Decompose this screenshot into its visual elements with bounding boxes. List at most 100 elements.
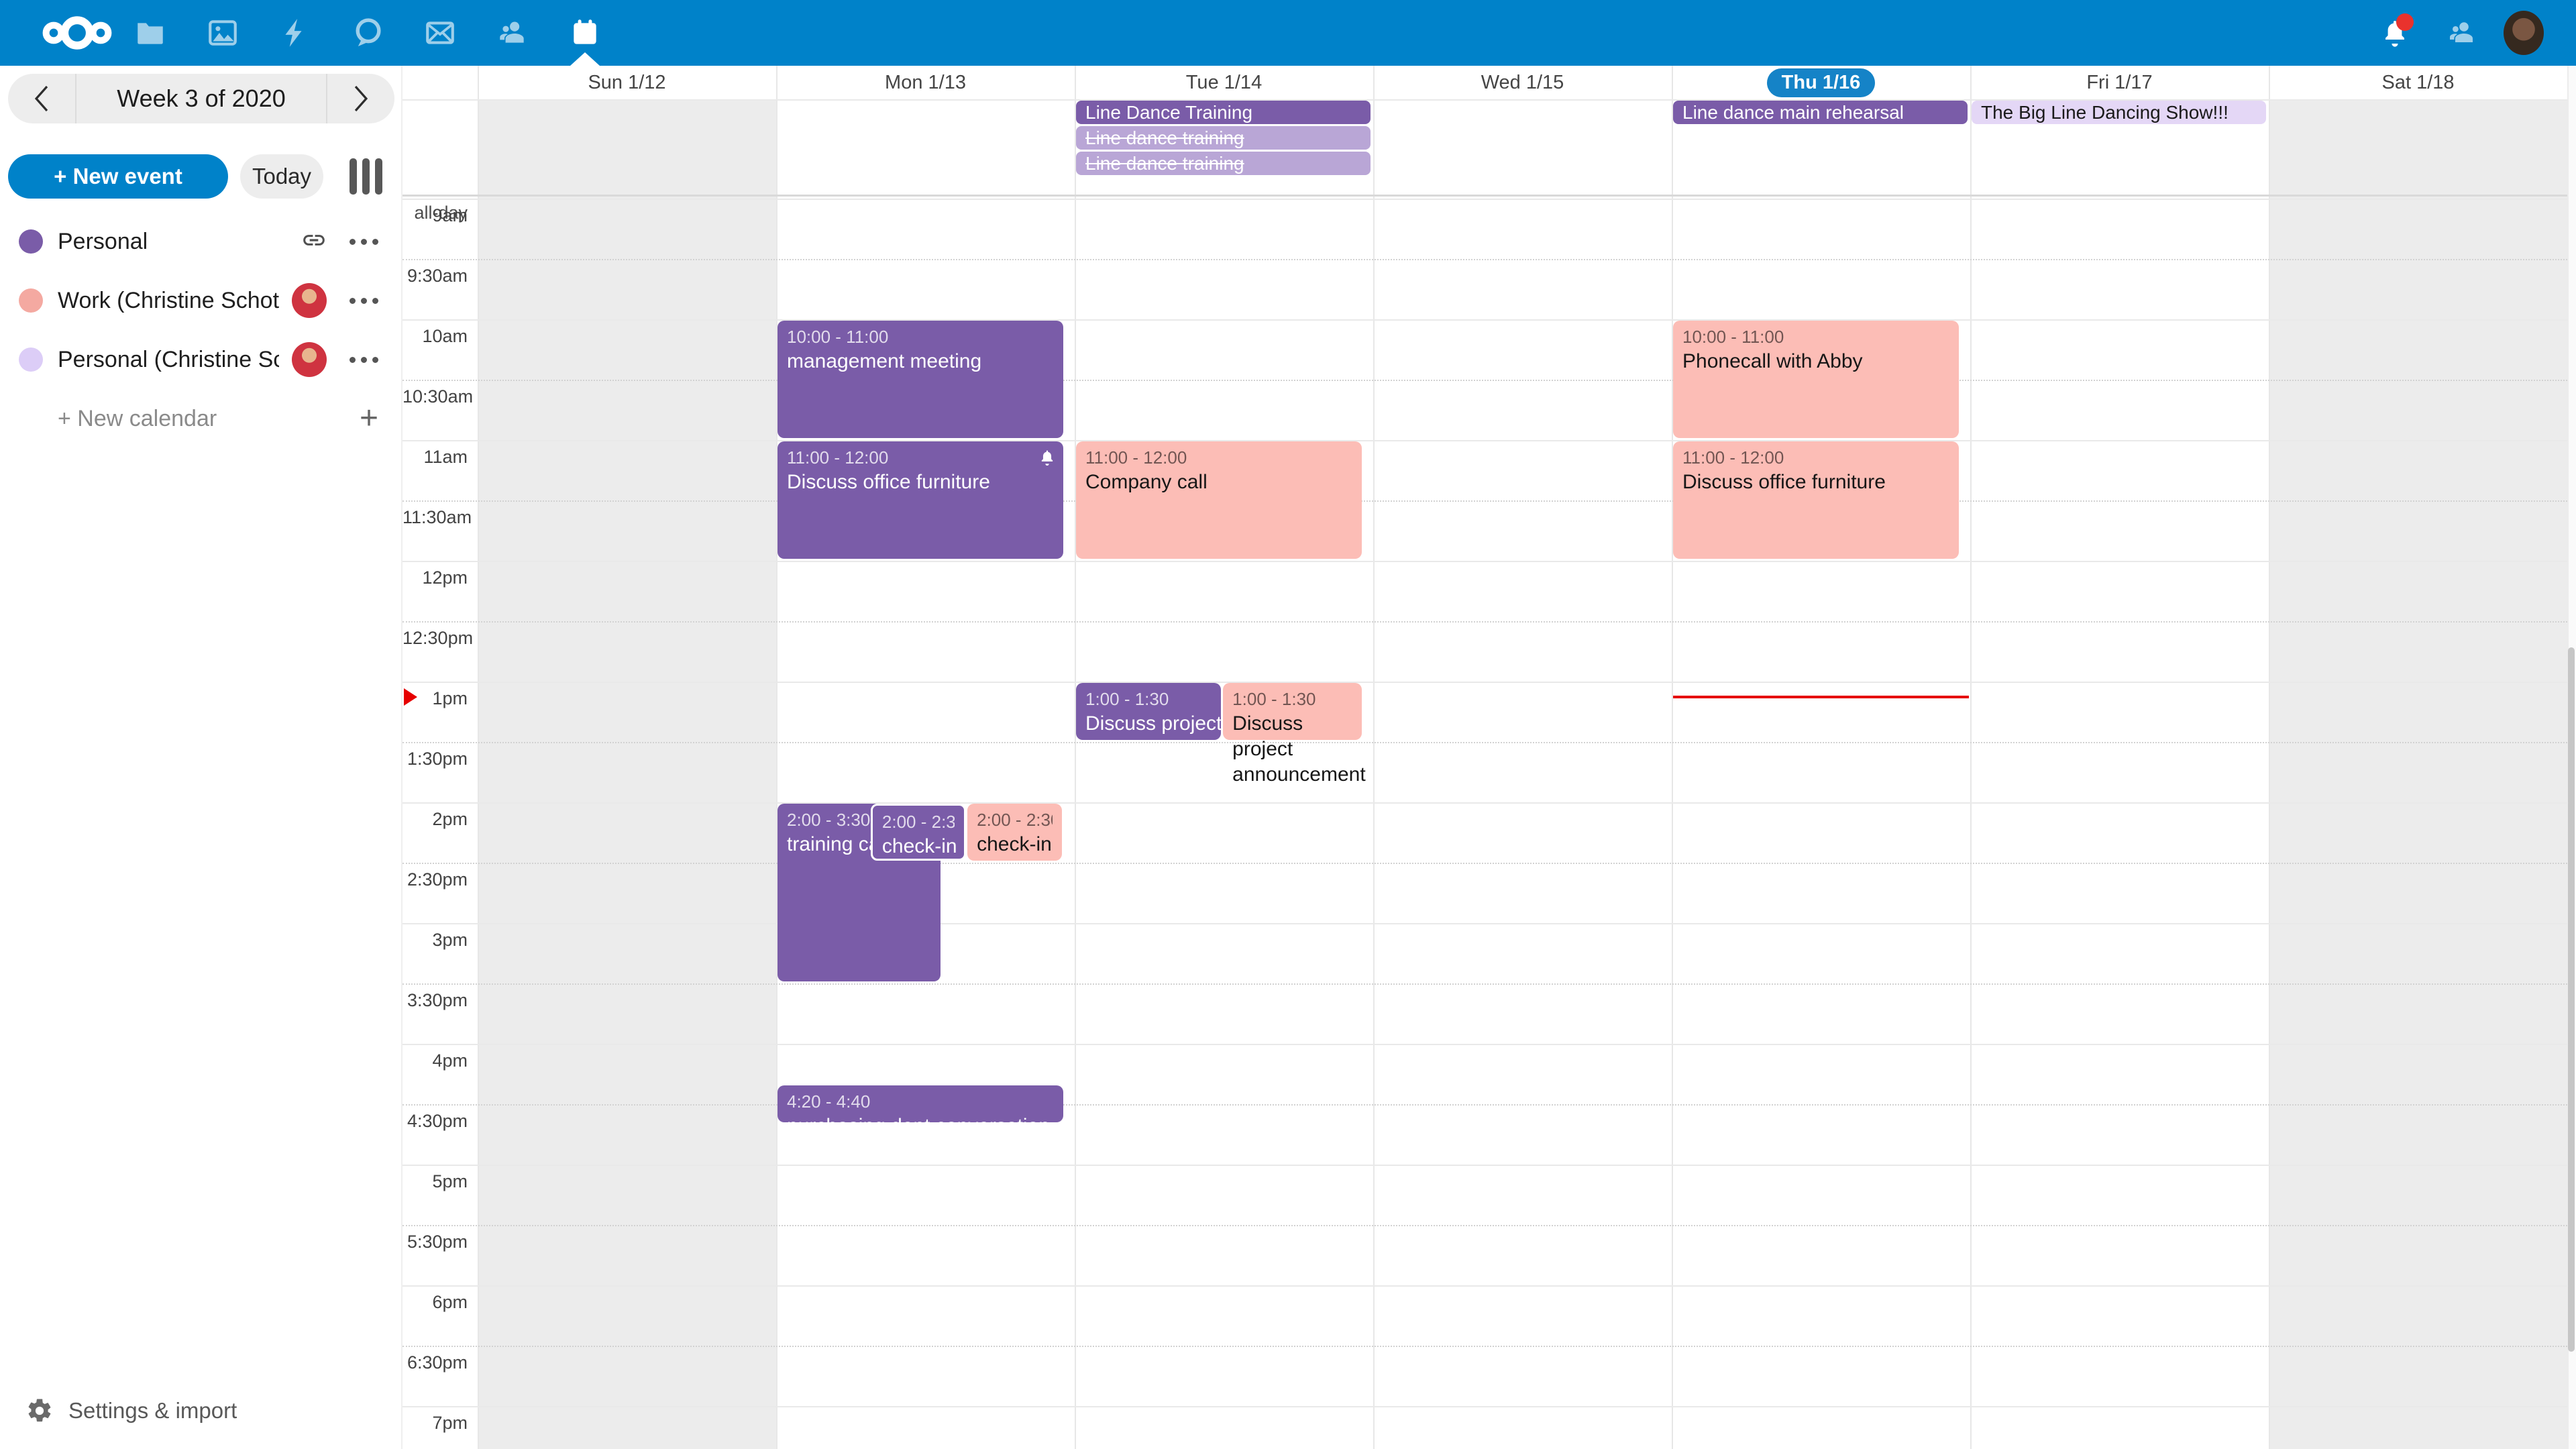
- time-label: 1:30pm: [402, 749, 468, 769]
- today-badge[interactable]: Thu 1/16: [1767, 68, 1876, 97]
- event-title: Phonecall with Abby: [1682, 349, 1949, 374]
- grid-line: [1970, 66, 1972, 1449]
- event[interactable]: 10:00 - 11:00Phonecall with Abby: [1673, 321, 1959, 438]
- all-day-event[interactable]: Line dance training: [1076, 152, 1371, 175]
- event[interactable]: 11:00 - 12:00Company call: [1076, 441, 1362, 559]
- calendar-list-item[interactable]: Personal (Christine Scho...: [0, 330, 402, 389]
- time-label: 4pm: [402, 1051, 468, 1071]
- event[interactable]: 2:00 - 2:30check-in: [871, 804, 966, 861]
- link-icon[interactable]: [301, 227, 327, 256]
- notification-unread-dot: [2396, 13, 2414, 31]
- event[interactable]: 4:20 - 4:40purchasing dept conversation: [777, 1085, 1063, 1122]
- time-label: 2pm: [402, 809, 468, 830]
- time-label: 11am: [402, 447, 468, 468]
- contacts-icon[interactable]: [476, 0, 549, 66]
- files-icon[interactable]: [114, 0, 186, 66]
- nextcloud-logo[interactable]: [27, 9, 127, 56]
- time-label: 10am: [402, 326, 468, 347]
- time-label: 2:30pm: [402, 869, 468, 890]
- day-header-mon[interactable]: Mon 1/13: [776, 66, 1075, 99]
- activity-icon[interactable]: [259, 0, 331, 66]
- weekend-shade: [478, 99, 776, 1449]
- time-label: 11:30am: [402, 507, 468, 528]
- day-header-wed[interactable]: Wed 1/15: [1373, 66, 1672, 99]
- day-header-thu[interactable]: Thu 1/16: [1672, 66, 1970, 99]
- talk-icon[interactable]: [331, 0, 404, 66]
- new-event-button[interactable]: + New event: [8, 154, 228, 199]
- week-view-columns-icon[interactable]: [350, 158, 382, 195]
- time-label: 12:30pm: [402, 628, 468, 649]
- grid-line: [402, 802, 2567, 804]
- time-label: 6:30pm: [402, 1352, 468, 1373]
- previous-week-button[interactable]: [8, 74, 75, 123]
- sidebar: Week 3 of 2020 + New event Today Persona…: [0, 66, 402, 1449]
- settings-import[interactable]: Settings & import: [0, 1386, 402, 1436]
- calendar-name: Personal (Christine Scho...: [58, 347, 279, 373]
- time-label: 4:30pm: [402, 1111, 468, 1132]
- user-avatar[interactable]: [2504, 0, 2544, 66]
- event[interactable]: 11:00 - 12:00Discuss office furniture: [777, 441, 1063, 559]
- week-range-label[interactable]: Week 3 of 2020: [75, 74, 327, 123]
- grid-line: [402, 1285, 2567, 1287]
- event[interactable]: 11:00 - 12:00Discuss office furniture: [1673, 441, 1959, 559]
- plus-icon[interactable]: +: [360, 405, 378, 432]
- shared-by-avatar: [292, 283, 327, 318]
- week-navigation: Week 3 of 2020: [8, 74, 394, 123]
- calendar-app: Week 3 of 2020 + New event Today Persona…: [0, 0, 2576, 1449]
- grid-line: [402, 742, 2567, 743]
- calendar-item-actions: [292, 342, 378, 377]
- all-day-divider: [402, 195, 2567, 197]
- event[interactable]: 1:00 - 1:30Discuss project announcement: [1223, 683, 1362, 740]
- accounts-icon[interactable]: [2442, 0, 2482, 66]
- active-app-indicator: [570, 52, 600, 66]
- grid-line: [402, 923, 2567, 924]
- grid-line: [478, 66, 479, 1449]
- mail-icon[interactable]: [404, 0, 476, 66]
- calendar-list-item[interactable]: Work (Christine Schott): [0, 271, 402, 330]
- new-calendar-label: + New calendar: [58, 406, 217, 432]
- event[interactable]: 2:00 - 2:30check-in: [967, 804, 1062, 861]
- event-title: management meeting: [787, 349, 1054, 374]
- grid-line: [402, 983, 2567, 985]
- event[interactable]: 10:00 - 11:00management meeting: [777, 321, 1063, 438]
- grid-line: [776, 66, 777, 1449]
- all-day-event[interactable]: The Big Line Dancing Show!!!: [1972, 101, 2266, 124]
- grid-line: [402, 199, 2567, 200]
- photos-icon[interactable]: [186, 0, 259, 66]
- vertical-scrollbar-thumb[interactable]: [2568, 647, 2575, 1352]
- calendar-list-item[interactable]: Personal: [0, 212, 402, 271]
- time-label: 6pm: [402, 1292, 468, 1313]
- grid-line: [1373, 66, 1375, 1449]
- next-week-button[interactable]: [327, 74, 394, 123]
- grid-line: [402, 1165, 2567, 1166]
- more-actions-icon[interactable]: [350, 298, 378, 304]
- event-title: check-in: [977, 832, 1053, 857]
- more-actions-icon[interactable]: [350, 357, 378, 363]
- today-button[interactable]: Today: [240, 154, 323, 199]
- calendar-name: Work (Christine Schott): [58, 288, 279, 314]
- time-label: 9:30am: [402, 266, 468, 286]
- grid-line: [402, 319, 2567, 321]
- all-day-event[interactable]: Line dance training: [1076, 126, 1371, 150]
- day-header-tue[interactable]: Tue 1/14: [1075, 66, 1373, 99]
- grid-line: [402, 621, 2567, 623]
- notifications-bell-icon[interactable]: [2375, 0, 2415, 66]
- current-time-arrow: [404, 688, 417, 706]
- event-time: 10:00 - 11:00: [1682, 325, 1949, 349]
- time-label: 10:30am: [402, 386, 468, 407]
- all-day-event[interactable]: Line Dance Training: [1076, 101, 1371, 124]
- grid-line: [402, 1104, 2567, 1106]
- day-header-fri[interactable]: Fri 1/17: [1970, 66, 2269, 99]
- grid-line: [402, 380, 2567, 381]
- day-header-sun[interactable]: Sun 1/12: [478, 66, 776, 99]
- all-day-event[interactable]: Line dance main rehearsal: [1673, 101, 1968, 124]
- calendar-color-dot: [19, 347, 43, 372]
- grid-line: [402, 863, 2567, 864]
- event-time: 1:00 - 1:30: [1085, 687, 1212, 711]
- app-icon-row: [114, 0, 621, 66]
- new-calendar-button[interactable]: + New calendar +: [0, 389, 402, 448]
- event[interactable]: 1:00 - 1:30Discuss project announcement: [1076, 683, 1221, 740]
- day-header-sat[interactable]: Sat 1/18: [2269, 66, 2567, 99]
- event-time: 11:00 - 12:00: [1682, 445, 1949, 470]
- more-actions-icon[interactable]: [350, 239, 378, 245]
